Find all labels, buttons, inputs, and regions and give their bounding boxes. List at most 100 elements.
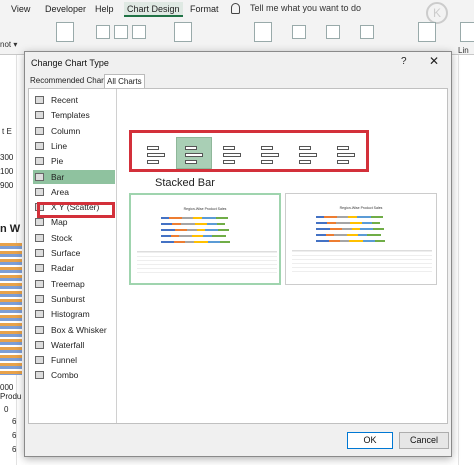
chart-type-label: Sunburst xyxy=(51,293,86,304)
preview-bar-segment xyxy=(337,216,348,218)
tell-me-search[interactable]: Tell me what you want to do xyxy=(250,3,361,13)
preview-bar-segment xyxy=(185,241,194,243)
chart-type-radar[interactable]: Radar xyxy=(33,261,115,275)
subtype-glyph-bar xyxy=(147,153,165,157)
templates-icon xyxy=(35,111,44,120)
subtype-glyph-bar xyxy=(223,160,235,164)
bar-subtype-gallery xyxy=(129,130,369,172)
change-chart-type-icon[interactable] xyxy=(418,22,436,42)
subtype-title: Stacked Bar xyxy=(155,177,215,189)
chart-type-treemap[interactable]: Treemap xyxy=(33,277,115,291)
preview-bar-segment xyxy=(194,241,208,243)
subtype-glyph-bar xyxy=(261,146,273,150)
switch-row-column-icon[interactable] xyxy=(174,22,192,42)
clustered-bar-icon[interactable] xyxy=(138,137,174,169)
chart-type-templates[interactable]: Templates xyxy=(33,108,115,122)
preview-bar-segment xyxy=(161,229,175,231)
chart-type-label: Radar xyxy=(51,263,75,274)
tab-recommended-charts[interactable]: Recommended Charts xyxy=(28,74,112,88)
chart-type-recent[interactable]: Recent xyxy=(33,93,115,107)
combo-chart-icon xyxy=(35,371,44,380)
change-colors-icon[interactable] xyxy=(114,25,128,39)
preview-table-line xyxy=(137,268,277,269)
chart-type-surface[interactable]: Surface xyxy=(33,246,115,260)
chart-type-combo[interactable]: Combo xyxy=(33,368,115,382)
tab-format[interactable]: Format xyxy=(187,2,222,17)
dialog-title: Change Chart Type xyxy=(31,58,109,68)
chart-type-box-whisker[interactable]: Box & Whisker xyxy=(33,323,115,337)
preview-bar-segment xyxy=(181,223,195,225)
chart-preview-2[interactable]: Region-Wise Product Sales xyxy=(285,193,437,285)
preview-bar-segment xyxy=(205,229,218,231)
preview-bar-segment xyxy=(334,234,347,236)
chart-type-label: Templates xyxy=(51,110,90,121)
excel-ribbon: View Developer Help Chart Design Format … xyxy=(0,0,474,55)
preview-bar-segment xyxy=(208,241,220,243)
chart-type-sunburst[interactable]: Sunburst xyxy=(33,292,115,306)
chart-type-area[interactable]: Area xyxy=(33,185,115,199)
3d-clustered-bar-icon[interactable] xyxy=(252,137,288,169)
chart-preview-1[interactable]: Region-Wise Product Sales xyxy=(129,193,281,285)
preview-bar-segment xyxy=(207,223,217,225)
surface-chart-icon xyxy=(35,249,44,257)
preview-bar-segment xyxy=(316,240,329,242)
add-chart-element-icon[interactable] xyxy=(56,22,74,42)
ribbon-right-label: Lin xyxy=(458,46,469,55)
preview-bar-segment xyxy=(349,240,363,242)
select-data-icon[interactable] xyxy=(254,22,272,42)
preview-bar-segment xyxy=(220,241,230,243)
100-stacked-bar-icon[interactable] xyxy=(214,137,250,169)
chart-type-bar[interactable]: Bar xyxy=(33,169,115,184)
3d-stacked-bar-icon[interactable] xyxy=(290,137,326,169)
preview-bar-segment xyxy=(182,217,193,219)
tab-help[interactable]: Help xyxy=(92,2,117,17)
chart-type-label: Bar xyxy=(51,171,65,182)
move-chart-icon[interactable] xyxy=(460,22,474,42)
column-chart-icon xyxy=(35,126,44,135)
preview-bar-segment xyxy=(203,235,212,237)
chart-type-label: Waterfall xyxy=(51,339,85,350)
help-button[interactable]: ? xyxy=(401,56,407,67)
tab-all-charts[interactable]: All Charts xyxy=(104,74,145,88)
preview-bar-segment xyxy=(175,229,187,231)
chart-type-histogram[interactable]: Histogram xyxy=(33,307,115,321)
3d-100-stacked-bar-icon[interactable] xyxy=(328,137,364,169)
tab-chart-design[interactable]: Chart Design xyxy=(124,2,183,17)
preview-bar-segment xyxy=(348,216,357,218)
cancel-button[interactable]: Cancel xyxy=(399,432,449,449)
preview-data-table xyxy=(137,251,277,275)
chart-type-label: Funnel xyxy=(51,355,77,366)
preview-bar-segment xyxy=(316,222,327,224)
stock-chart-icon xyxy=(35,233,44,242)
chart-type-column[interactable]: Column xyxy=(33,124,115,138)
chart-type-funnel[interactable]: Funnel xyxy=(33,353,115,367)
ok-button[interactable]: OK xyxy=(347,432,393,449)
cell-partial: t E xyxy=(2,127,12,136)
preview-bar-segment xyxy=(187,229,197,231)
treemap-chart-icon xyxy=(35,279,44,288)
chart-style-4-icon[interactable] xyxy=(360,25,374,39)
chart-type-pie[interactable]: Pie xyxy=(33,154,115,168)
cell-partial: 100 xyxy=(0,167,14,176)
stacked-bar-icon[interactable] xyxy=(176,137,212,169)
pie-chart-icon xyxy=(35,157,44,166)
preview-bar-segment xyxy=(197,229,205,231)
tab-view[interactable]: View xyxy=(8,2,33,17)
chart-style-icon[interactable] xyxy=(132,25,146,39)
preview-table-line xyxy=(137,260,277,261)
quick-layout-icon[interactable] xyxy=(96,25,110,39)
chart-type-label: Recent xyxy=(51,95,78,105)
histogram-chart-icon xyxy=(35,310,44,319)
ribbon-left-dropdown[interactable]: not ▾ xyxy=(0,40,17,49)
chart-type-stock[interactable]: Stock xyxy=(33,231,115,245)
tab-developer[interactable]: Developer xyxy=(42,2,89,17)
bar-selection-highlight xyxy=(37,202,115,218)
preview-bar-segment xyxy=(218,229,229,231)
chart-style-2-icon[interactable] xyxy=(292,25,306,39)
chart-style-3-icon[interactable] xyxy=(326,25,340,39)
chart-type-line[interactable]: Line xyxy=(33,139,115,153)
chart-type-waterfall[interactable]: Waterfall xyxy=(33,338,115,352)
close-button[interactable]: ✕ xyxy=(429,54,439,68)
preview-table-line xyxy=(292,271,432,272)
dialog-panel: Recent Templates Column Line Pie Bar Area X Y (… xyxy=(28,88,448,424)
